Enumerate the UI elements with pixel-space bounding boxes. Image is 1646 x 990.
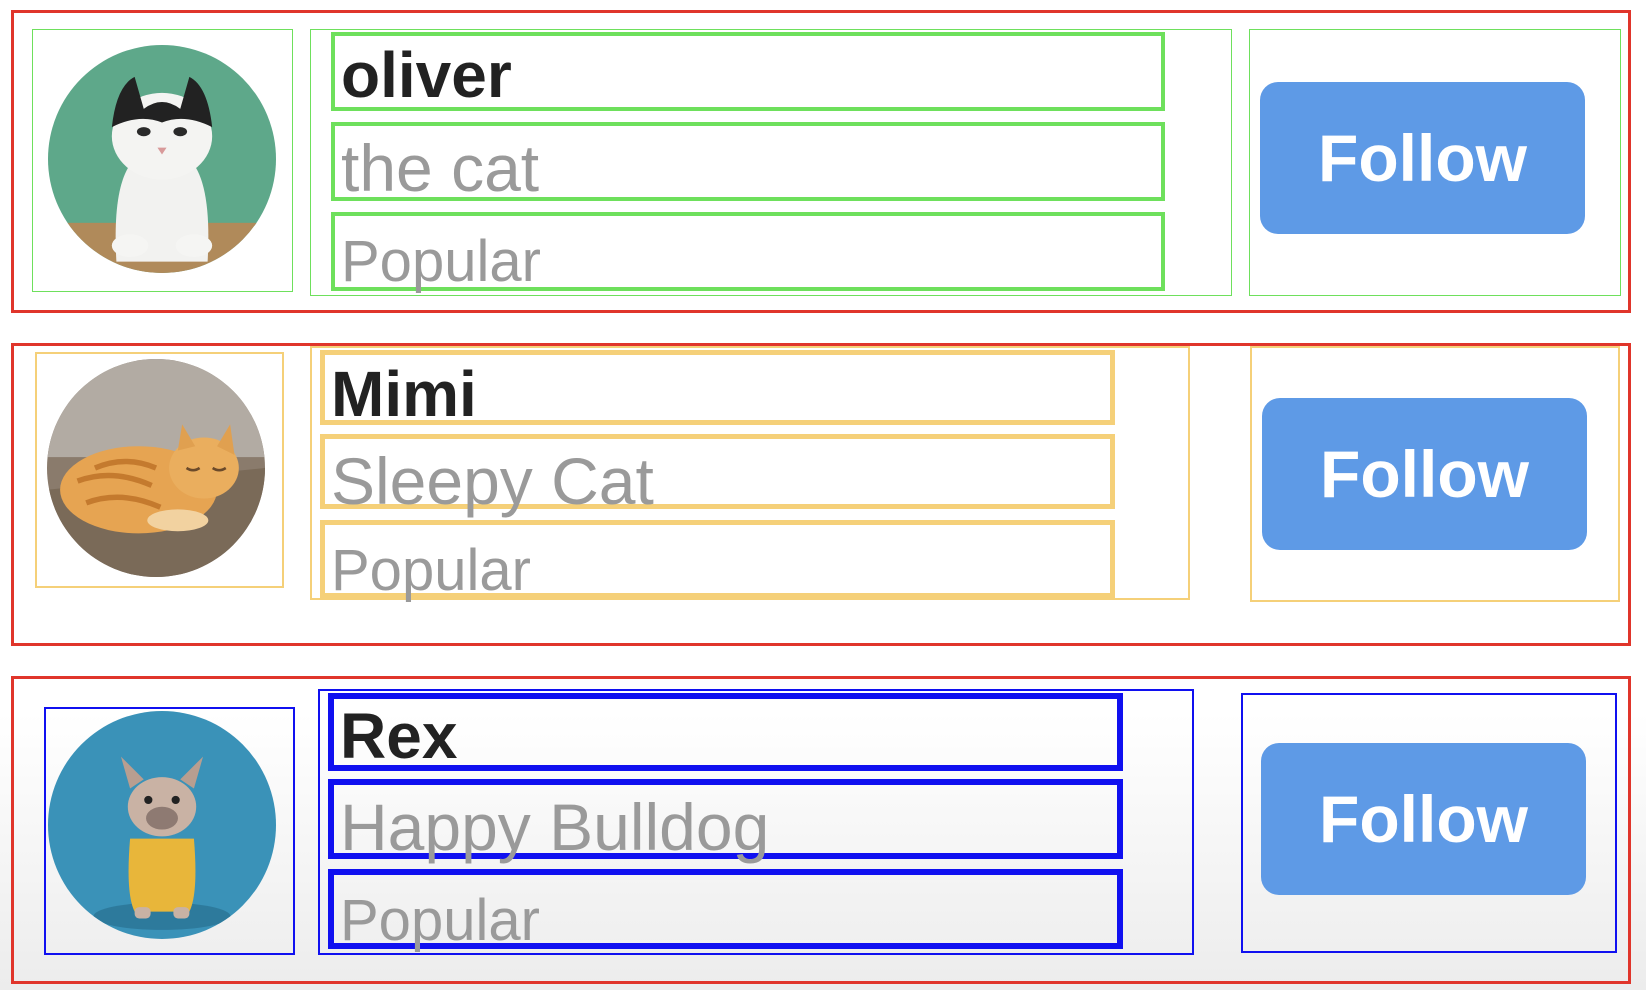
avatar-container [44,707,295,955]
follow-button[interactable]: Follow [1260,82,1585,234]
profile-name: Mimi [331,358,477,430]
subtitle-box: the cat [331,122,1165,205]
profile-info: Mimi Sleepy Cat Popular [310,346,1190,603]
subtitle-box: Happy Bulldog [328,779,1123,864]
profile-subtitle: the cat [341,131,540,205]
profile-info: Rex Happy Bulldog Popular [318,689,1194,955]
follow-button[interactable]: Follow [1261,743,1586,895]
follow-container: Follow [1250,346,1620,602]
orange-cat-avatar[interactable] [47,359,265,577]
profile-info: oliver the cat Popular [310,29,1232,296]
tag-box: Popular [320,520,1115,603]
profile-tag: Popular [331,538,531,603]
tag-box: Popular [328,869,1123,953]
profile-tag: Popular [340,888,540,953]
follow-button[interactable]: Follow [1262,398,1587,550]
name-box: Rex [328,693,1123,772]
profile-subtitle: Sleepy Cat [331,444,654,518]
follow-container: Follow [1241,693,1617,953]
bulldog-avatar[interactable] [48,711,276,939]
profile-list: oliver the cat Popular Follow Mimi Sleep… [0,0,1646,990]
profile-card-rex: Rex Happy Bulldog Popular Follow [11,676,1631,984]
profile-tag: Popular [341,229,541,294]
profile-card-mimi: Mimi Sleepy Cat Popular Follow [11,343,1631,646]
tag-box: Popular [331,212,1165,294]
subtitle-box: Sleepy Cat [320,434,1115,518]
follow-container: Follow [1249,29,1621,296]
profile-name: Rex [340,700,458,772]
avatar-container [35,352,284,588]
tuxedo-cat-avatar[interactable] [48,45,276,273]
profile-name: oliver [341,39,512,111]
name-box: oliver [331,32,1165,111]
profile-subtitle: Happy Bulldog [340,790,770,864]
avatar-container [32,29,293,292]
name-box: Mimi [320,350,1115,430]
profile-card-oliver: oliver the cat Popular Follow [11,10,1631,313]
